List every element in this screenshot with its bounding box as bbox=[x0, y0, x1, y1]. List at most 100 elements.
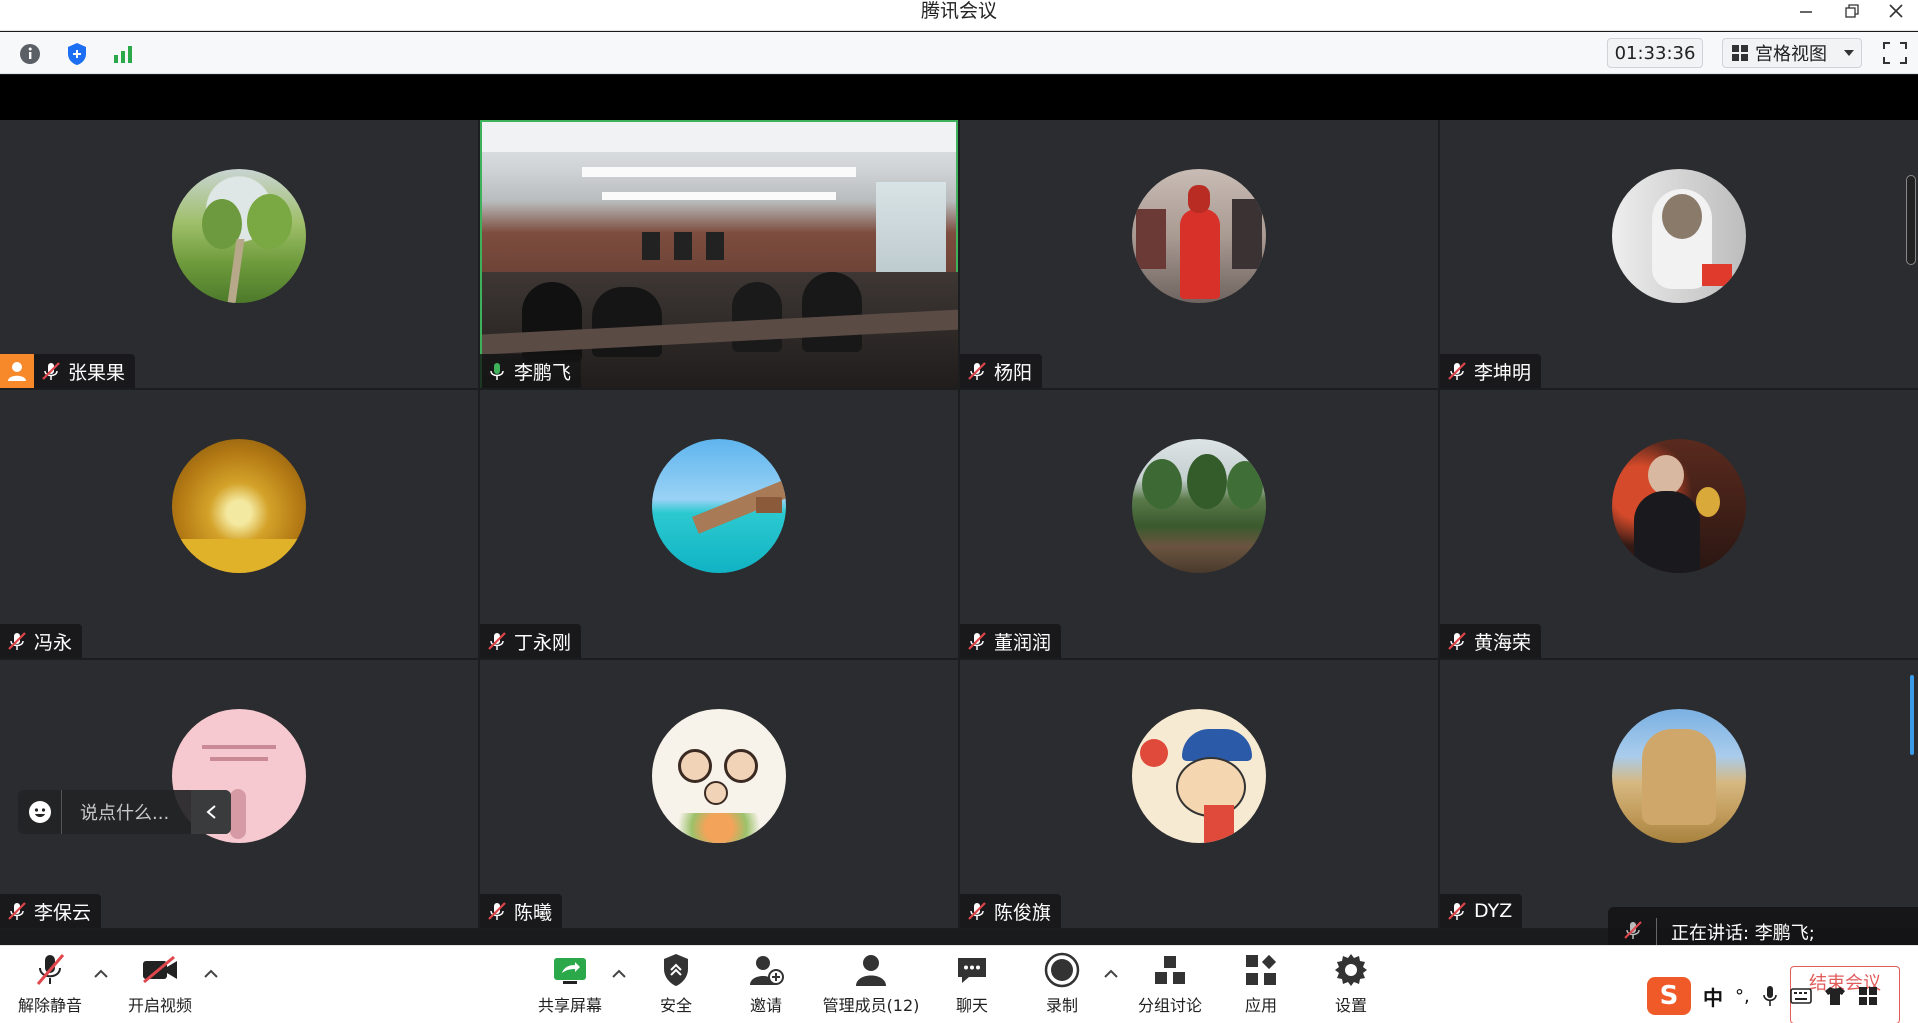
microphone-icon bbox=[1762, 986, 1777, 1006]
breakout-rooms-icon bbox=[1155, 956, 1185, 984]
ime-language[interactable]: 中 bbox=[1703, 982, 1723, 1011]
start-video-label: 开启视频 bbox=[127, 996, 192, 1015]
keyboard-icon bbox=[1789, 988, 1812, 1004]
participant-name: 冯永 bbox=[34, 631, 73, 654]
breakout-label: 分组讨论 bbox=[1137, 996, 1202, 1015]
bottom-control-bar: 解除静音 开启视频 共享屏幕 安全 邀请 管理成员(12) 聊天 录制 分组讨论… bbox=[0, 945, 1918, 1023]
participant-nametag: 冯永 bbox=[0, 624, 83, 658]
emoji-button[interactable] bbox=[18, 790, 62, 834]
avatar bbox=[1612, 169, 1746, 303]
mic-muted-icon bbox=[1446, 630, 1468, 652]
participant-tile[interactable]: 陈俊旗 bbox=[960, 660, 1438, 928]
apps-label: 应用 bbox=[1244, 996, 1277, 1015]
info-icon bbox=[20, 44, 40, 64]
restore-button[interactable] bbox=[1832, 0, 1872, 22]
close-button[interactable] bbox=[1876, 0, 1916, 22]
record-button[interactable]: 录制 bbox=[1026, 950, 1098, 1020]
chat-placeholder[interactable]: 说点什么... bbox=[62, 799, 191, 825]
participant-tile[interactable]: 丁永刚 bbox=[480, 390, 958, 658]
manage-members-button[interactable]: 管理成员(12) bbox=[812, 950, 930, 1020]
mic-muted-icon bbox=[966, 360, 988, 382]
participant-name: 李鹏飞 bbox=[514, 361, 572, 384]
meeting-timer: 01:33:36 bbox=[1607, 38, 1703, 68]
apps-icon bbox=[1246, 954, 1277, 985]
record-options-caret[interactable] bbox=[1103, 966, 1119, 982]
chat-bubble-icon bbox=[958, 958, 986, 983]
view-mode-select[interactable]: 宫格视图 bbox=[1722, 38, 1862, 68]
info-button[interactable] bbox=[16, 41, 44, 67]
participant-nametag: 李坤明 bbox=[1440, 354, 1542, 388]
fullscreen-icon bbox=[1883, 42, 1907, 64]
participant-name: 董润润 bbox=[994, 631, 1052, 654]
participant-tile[interactable]: 黄海荣 bbox=[1440, 390, 1918, 658]
avatar bbox=[172, 439, 306, 573]
mic-muted-icon bbox=[486, 900, 508, 922]
minimize-button[interactable] bbox=[1786, 0, 1826, 22]
participant-nametag: 丁永刚 bbox=[480, 624, 582, 658]
participant-nametag: 陈俊旗 bbox=[960, 894, 1062, 928]
avatar bbox=[1132, 169, 1266, 303]
shield-icon bbox=[664, 954, 688, 986]
shield-icon bbox=[68, 43, 86, 65]
apps-button[interactable]: 应用 bbox=[1225, 950, 1297, 1020]
participant-nametag: 李保云 bbox=[0, 894, 102, 928]
participant-tile[interactable]: 冯永 bbox=[0, 390, 478, 658]
camera-off-icon bbox=[143, 955, 177, 984]
chat-button[interactable]: 聊天 bbox=[936, 950, 1008, 1020]
mic-muted-icon bbox=[966, 630, 988, 652]
collapse-chat-button[interactable] bbox=[191, 790, 231, 834]
participant-name: 丁永刚 bbox=[514, 631, 572, 654]
participant-name: 张果果 bbox=[68, 361, 126, 384]
fullscreen-button[interactable] bbox=[1882, 41, 1908, 65]
participant-nametag: DYZ bbox=[1440, 894, 1523, 928]
share-screen-button[interactable]: 共享屏幕 bbox=[534, 950, 606, 1020]
manage-members-label: 管理成员(12) bbox=[822, 996, 920, 1015]
host-badge bbox=[0, 354, 34, 388]
avatar bbox=[652, 439, 786, 573]
share-options-caret[interactable] bbox=[611, 966, 627, 982]
start-video-button[interactable]: 开启视频 bbox=[124, 950, 196, 1020]
unmute-label: 解除静音 bbox=[17, 996, 82, 1015]
security-shield-button[interactable] bbox=[63, 41, 91, 67]
mic-muted-icon bbox=[486, 630, 508, 652]
security-button[interactable]: 安全 bbox=[640, 950, 712, 1020]
record-label: 录制 bbox=[1045, 996, 1078, 1015]
participant-name: 陈曦 bbox=[514, 901, 553, 924]
invite-label: 邀请 bbox=[749, 996, 782, 1015]
participant-tile[interactable]: 陈曦 bbox=[480, 660, 958, 928]
network-signal-button[interactable] bbox=[109, 41, 137, 67]
breakout-rooms-button[interactable]: 分组讨论 bbox=[1132, 950, 1208, 1020]
speaking-text: 正在讲话: 李鹏飞; bbox=[1671, 923, 1815, 944]
security-label: 安全 bbox=[659, 996, 692, 1015]
ime-apps-grid-icon bbox=[1858, 987, 1877, 1005]
participant-tile[interactable]: 李坤明 bbox=[1440, 120, 1918, 388]
participant-tile[interactable]: 董润润 bbox=[960, 390, 1438, 658]
window-title: 腾讯会议 bbox=[920, 0, 997, 22]
volume-slider[interactable] bbox=[1910, 675, 1914, 755]
participant-tile[interactable]: 杨阳 bbox=[960, 120, 1438, 388]
participant-tile[interactable]: DYZ bbox=[1440, 660, 1918, 928]
participant-nametag: 张果果 bbox=[34, 354, 136, 388]
audio-options-caret[interactable] bbox=[93, 966, 109, 982]
participant-name: 陈俊旗 bbox=[994, 901, 1052, 924]
avatar bbox=[172, 169, 306, 303]
participant-tile[interactable]: 张果果 bbox=[0, 120, 478, 388]
participant-tile-active-speaker[interactable]: 李鹏飞 bbox=[480, 120, 958, 388]
unmute-button[interactable]: 解除静音 bbox=[14, 950, 86, 1020]
ime-punctuation[interactable]: °, bbox=[1735, 986, 1750, 1007]
meeting-toolbar: 01:33:36 宫格视图 bbox=[0, 32, 1918, 74]
video-grid: 张果果 李鹏飞 杨阳 李坤明 冯永 丁永刚 董润润 黄海荣 李保云 陈曦 陈俊旗… bbox=[0, 120, 1918, 930]
mic-muted-icon bbox=[6, 900, 28, 922]
close-icon bbox=[1889, 4, 1903, 18]
mic-muted-icon bbox=[36, 954, 65, 985]
ime-toolbar[interactable]: S 中 °, bbox=[1647, 975, 1918, 1017]
video-options-caret[interactable] bbox=[203, 966, 219, 982]
add-user-icon bbox=[750, 956, 784, 985]
divider bbox=[1656, 918, 1657, 946]
participant-name: 李坤明 bbox=[1474, 361, 1532, 384]
settings-button[interactable]: 设置 bbox=[1315, 950, 1387, 1020]
avatar bbox=[1612, 439, 1746, 573]
invite-button[interactable]: 邀请 bbox=[730, 950, 802, 1020]
chat-input-bar[interactable]: 说点什么... bbox=[18, 790, 231, 834]
top-black-band bbox=[0, 75, 1918, 120]
